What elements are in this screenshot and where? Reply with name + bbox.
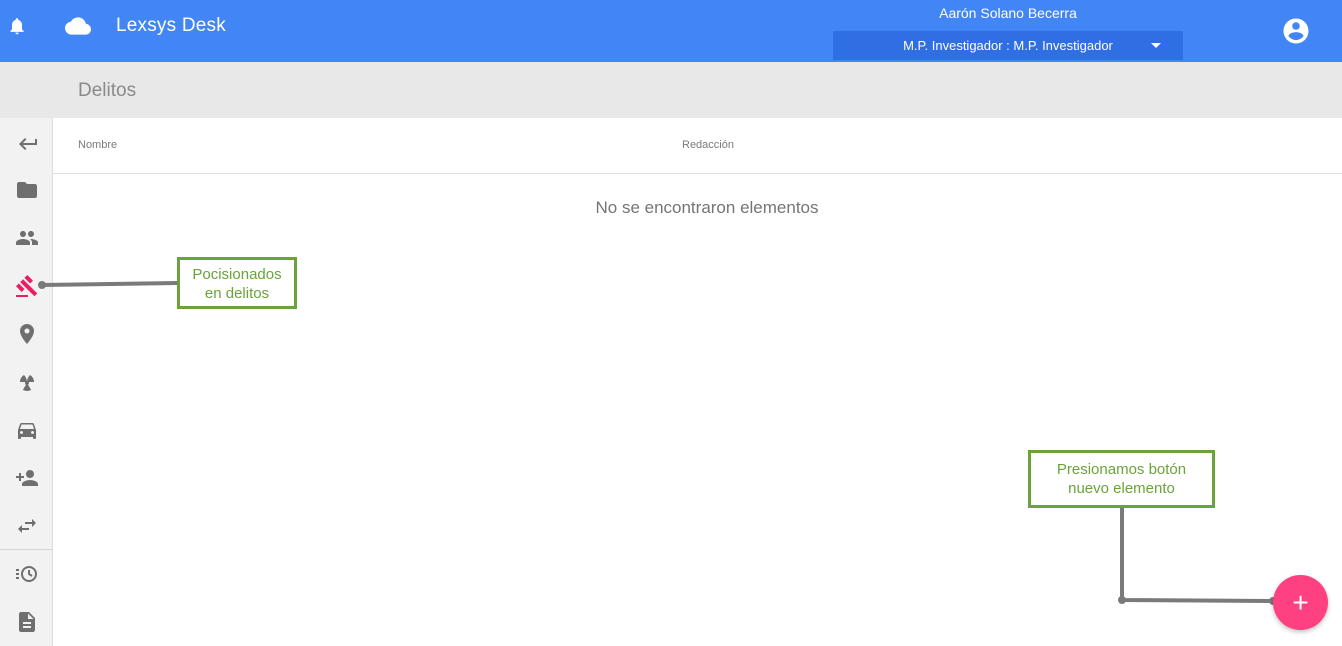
column-header-nombre[interactable]: Nombre <box>78 139 117 151</box>
app-title: Lexsys Desk <box>116 15 226 36</box>
add-new-element-button[interactable]: + <box>1273 575 1328 630</box>
role-select[interactable]: M.P. Investigador : M.P. Investigador <box>833 31 1183 60</box>
location-pin-icon <box>19 324 34 344</box>
callout-text: Pocisionados <box>192 266 282 283</box>
sidebar-item-vehiculos[interactable] <box>0 410 53 450</box>
cloud-icon[interactable] <box>65 17 91 35</box>
role-select-value: M.P. Investigador : M.P. Investigador <box>903 38 1113 53</box>
people-icon <box>15 231 38 245</box>
page-header: Delitos <box>0 62 1342 118</box>
document-icon <box>18 612 35 632</box>
page-title: Delitos <box>78 80 137 101</box>
callout-text: en delitos <box>204 285 270 302</box>
car-icon <box>17 423 36 439</box>
add-icon: + <box>1292 586 1309 618</box>
sidebar-item-back[interactable] <box>0 122 53 162</box>
column-header-redaccion[interactable]: Redacción <box>682 139 734 151</box>
bell-icon[interactable] <box>7 15 27 37</box>
sidebar-divider <box>0 549 53 550</box>
sidebar-item-delitos[interactable] <box>0 266 53 306</box>
back-arrow-icon <box>18 138 37 150</box>
sidebar-item-objetos[interactable] <box>0 362 53 402</box>
sidebar-item-agregar-persona[interactable] <box>0 458 53 498</box>
table-header: Nombre Redacción <box>53 118 1342 174</box>
sidebar-item-expedientes[interactable] <box>0 170 53 210</box>
radioactive-icon <box>19 375 34 391</box>
sidebar-item-lugares[interactable] <box>0 314 53 354</box>
empty-state-message: No se encontraron elementos <box>595 198 819 217</box>
sidebar-item-personas[interactable] <box>0 218 53 258</box>
account-circle-icon[interactable] <box>1281 16 1311 46</box>
swap-arrows-icon <box>17 519 36 533</box>
user-name: Aarón Solano Becerra <box>939 5 1077 21</box>
history-icon <box>15 566 37 582</box>
callout-text: Presionamos botón <box>1056 461 1187 478</box>
main-content: Nombre Redacción No se encontraron eleme… <box>53 118 1342 646</box>
sidebar-item-historial[interactable] <box>0 554 53 594</box>
annotation-callout-new-element: Presionamos botón nuevo elemento <box>1028 450 1215 508</box>
person-add-icon <box>15 470 38 486</box>
sidebar <box>0 118 53 646</box>
app-header: Lexsys Desk Aarón Solano Becerra M.P. In… <box>0 0 1342 62</box>
gavel-icon <box>15 275 37 297</box>
sidebar-item-relaciones[interactable] <box>0 506 53 546</box>
chevron-down-icon <box>1151 43 1161 48</box>
callout-text: nuevo elemento <box>1068 480 1175 497</box>
folder-icon <box>16 182 37 198</box>
annotation-callout-delitos: Pocisionados en delitos <box>177 257 297 309</box>
sidebar-item-documentos[interactable] <box>0 602 53 642</box>
